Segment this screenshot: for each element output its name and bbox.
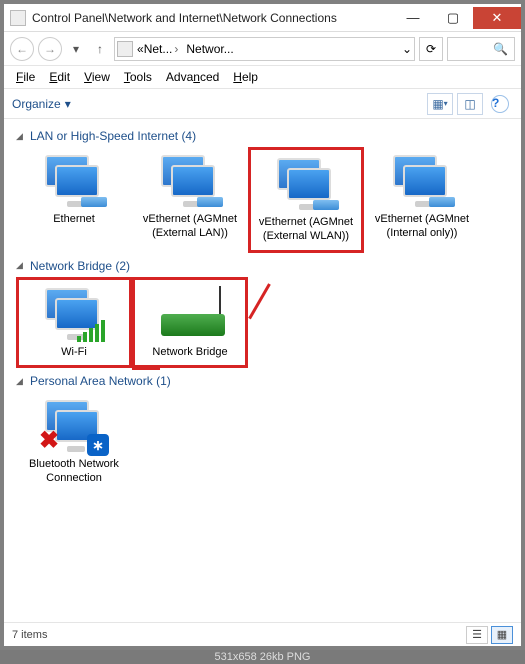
view-mode-button[interactable]: ▦▾ [427, 93, 453, 115]
search-box[interactable]: 🔍 [447, 37, 515, 61]
breadcrumb-prev[interactable]: « Net...› [133, 42, 182, 56]
icons-view-button[interactable]: ▦ [491, 626, 513, 644]
collapse-caret-icon: ◢ [16, 131, 26, 142]
item-count: 7 items [12, 629, 47, 641]
up-button[interactable]: ↑ [90, 39, 110, 59]
wifi-adapter-icon [37, 286, 111, 346]
explorer-window: Control Panel\Network and Internet\Netwo… [0, 0, 525, 650]
item-label: Ethernet [53, 213, 95, 227]
item-label: vEthernet (AGMnet (Internal only)) [366, 213, 478, 241]
group-label: Network Bridge [30, 259, 112, 273]
menu-tools[interactable]: Tools [124, 70, 152, 84]
network-adapter-icon [37, 153, 111, 213]
connection-item-vethernet-ext-lan[interactable]: vEthernet (AGMnet (External LAN)) [132, 147, 248, 253]
connection-item-ethernet[interactable]: Ethernet [16, 147, 132, 253]
recent-dropdown[interactable]: ▾ [66, 39, 86, 59]
window-title: Control Panel\Network and Internet\Netwo… [32, 11, 393, 25]
crumb-text: Networ... [186, 42, 233, 56]
organize-button[interactable]: Organize ▾ [12, 97, 71, 111]
item-label: vEthernet (AGMnet (External LAN)) [134, 213, 246, 241]
minimize-button[interactable]: — [393, 7, 433, 29]
group-header-pan[interactable]: ◢ Personal Area Network (1) [16, 374, 511, 388]
menu-edit[interactable]: Edit [49, 70, 70, 84]
item-label: Network Bridge [152, 346, 227, 360]
group-header-lan[interactable]: ◢ LAN or High-Speed Internet (4) [16, 129, 511, 143]
search-icon: 🔍 [493, 42, 508, 56]
group-label: LAN or High-Speed Internet [30, 129, 178, 143]
back-button[interactable]: ← [10, 37, 34, 61]
bluetooth-adapter-icon: ✖∗ [37, 398, 111, 458]
group-label: Personal Area Network [30, 374, 153, 388]
organize-label: Organize [12, 97, 61, 111]
menu-file[interactable]: File [16, 70, 35, 84]
details-view-button[interactable]: ☰ [466, 626, 488, 644]
item-label: Wi-Fi [61, 346, 87, 360]
item-label: Bluetooth Network Connection [18, 458, 130, 486]
nav-bar: ← → ▾ ↑ « Net...› Networ... ⌄ ⟳ 🔍 [4, 32, 521, 66]
connection-item-wifi[interactable]: Wi-Fi [16, 277, 132, 369]
collapse-caret-icon: ◢ [16, 260, 26, 271]
control-panel-icon [10, 10, 26, 26]
window-buttons: — ▢ ✕ [393, 7, 521, 29]
menu-advanced[interactable]: Advanced [166, 70, 219, 84]
preview-pane-button[interactable]: ◫ [457, 93, 483, 115]
group-count: (1) [156, 374, 171, 388]
connection-item-bluetooth[interactable]: ✖∗ Bluetooth Network Connection [16, 392, 132, 492]
menu-help[interactable]: Help [233, 70, 258, 84]
menu-view[interactable]: View [84, 70, 110, 84]
group-items-pan: ✖∗ Bluetooth Network Connection [16, 392, 511, 492]
breadcrumb-current[interactable]: Networ... [182, 42, 237, 56]
network-adapter-icon [153, 153, 227, 213]
group-count: (2) [115, 259, 130, 273]
group-count: (4) [181, 129, 196, 143]
network-bridge-icon [153, 286, 227, 346]
address-dropdown[interactable]: ⌄ [402, 42, 412, 56]
menu-bar: File Edit View Tools Advanced Help [4, 66, 521, 89]
address-bar[interactable]: « Net...› Networ... ⌄ [114, 37, 415, 61]
network-adapter-icon [269, 156, 343, 216]
toolbar: Organize ▾ ▦▾ ◫ ? [4, 89, 521, 119]
chevron-down-icon: ▾ [65, 97, 71, 111]
title-bar: Control Panel\Network and Internet\Netwo… [4, 4, 521, 32]
address-icon [117, 41, 133, 57]
connection-item-vethernet-ext-wlan[interactable]: vEthernet (AGMnet (External WLAN)) [248, 147, 364, 253]
image-footer: 531x658 26kb PNG [0, 650, 525, 663]
connection-item-vethernet-internal[interactable]: vEthernet (AGMnet (Internal only)) [364, 147, 480, 253]
group-items-lan: Ethernet vEthernet (AGMnet (External LAN… [16, 147, 511, 253]
forward-button[interactable]: → [38, 37, 62, 61]
maximize-button[interactable]: ▢ [433, 7, 473, 29]
crumb-text: Net... [144, 42, 173, 56]
network-adapter-icon [385, 153, 459, 213]
item-label: vEthernet (AGMnet (External WLAN)) [253, 216, 359, 244]
collapse-caret-icon: ◢ [16, 376, 26, 387]
group-header-bridge[interactable]: ◢ Network Bridge (2) [16, 259, 511, 273]
help-button[interactable]: ? [487, 93, 513, 115]
content-area: ◢ LAN or High-Speed Internet (4) Etherne… [4, 119, 521, 622]
status-bar: 7 items ☰ ▦ [4, 622, 521, 646]
connection-item-bridge[interactable]: Network Bridge [132, 277, 248, 369]
close-button[interactable]: ✕ [473, 7, 521, 29]
annotation-line [132, 367, 160, 370]
refresh-button[interactable]: ⟳ [419, 37, 443, 61]
